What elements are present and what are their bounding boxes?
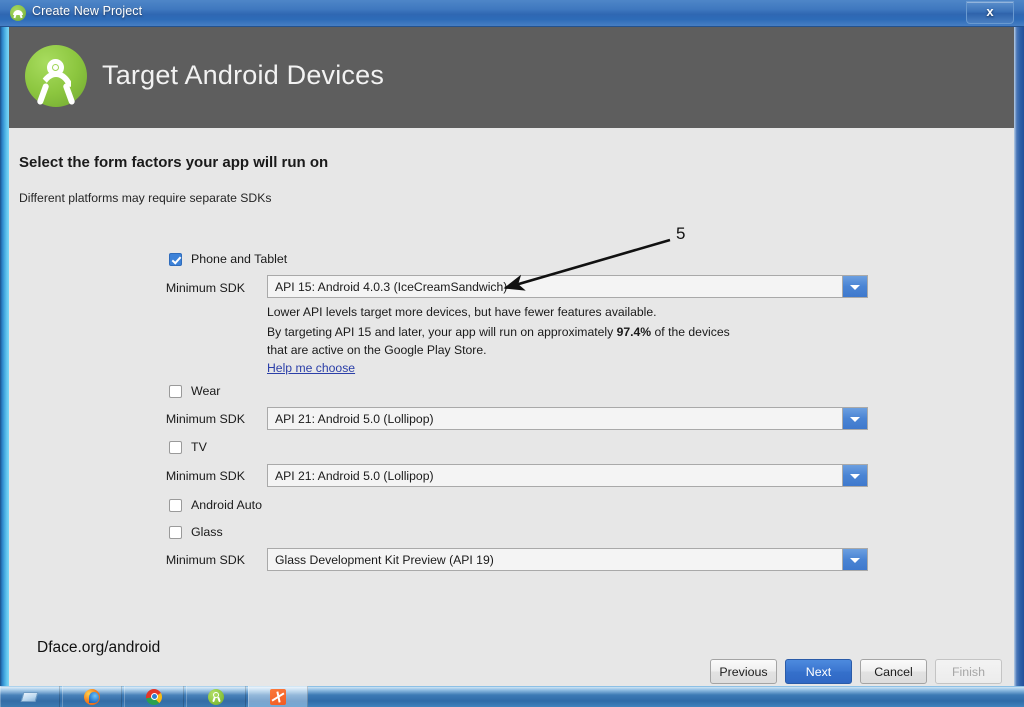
- checkbox-row-tv[interactable]: TV: [169, 440, 207, 454]
- sdk-combo-tv[interactable]: API 21: Android 5.0 (Lollipop): [267, 464, 868, 487]
- hint-percent: 97.4%: [616, 325, 652, 339]
- checkbox-row-android-auto[interactable]: Android Auto: [169, 498, 262, 512]
- watermark-text: Dface.org/android: [37, 639, 161, 656]
- finish-button: Finish: [935, 659, 1002, 684]
- android-studio-icon: [207, 688, 225, 706]
- checkbox-tv[interactable]: [169, 440, 182, 454]
- sdk-label-wear: Minimum SDK: [165, 412, 245, 426]
- checkbox-label-phone-tablet: Phone and Tablet: [191, 252, 288, 266]
- window-frame-left: [0, 0, 9, 686]
- annotation-number: 5: [676, 224, 686, 243]
- android-icon: [10, 5, 26, 21]
- taskbar-item-firefox[interactable]: [62, 686, 122, 707]
- hint-post: of the devices: [651, 325, 730, 339]
- chevron-down-icon[interactable]: [842, 465, 867, 486]
- close-icon: x: [986, 4, 994, 19]
- chevron-down-icon[interactable]: [842, 276, 867, 297]
- taskbar-item-windows-explorer[interactable]: [0, 686, 60, 707]
- form-factors-form: Phone and Tablet Minimum SDK API 15: And…: [9, 27, 1014, 686]
- annotation-arrow: [503, 238, 671, 291]
- checkbox-phone-tablet[interactable]: [169, 252, 182, 266]
- checkbox-row-wear[interactable]: Wear: [169, 384, 220, 398]
- sdk-combo-wear[interactable]: API 21: Android 5.0 (Lollipop): [267, 407, 868, 430]
- chrome-icon: [145, 688, 163, 706]
- checkbox-glass[interactable]: [169, 525, 182, 539]
- orange-tool-icon: [269, 688, 287, 706]
- title-bar: Create New Project x: [0, 0, 1024, 27]
- cancel-button[interactable]: Cancel: [860, 659, 927, 684]
- checkbox-label-android-auto: Android Auto: [191, 498, 262, 512]
- taskbar-item-orange-tool[interactable]: [248, 686, 308, 707]
- sdk-combo-value-glass: Glass Development Kit Preview (API 19): [275, 552, 494, 567]
- create-new-project-window: Create New Project x Target Android Devi…: [0, 0, 1024, 686]
- screen: Create New Project x Target Android Devi…: [0, 0, 1024, 707]
- checkbox-android-auto[interactable]: [169, 498, 182, 512]
- sdk-label-phone-tablet: Minimum SDK: [165, 281, 245, 295]
- hint-targeting-line2: that are active on the Google Play Store…: [267, 343, 487, 357]
- hint-targeting-line1: By targeting API 15 and later, your app …: [267, 325, 730, 339]
- checkbox-label-glass: Glass: [191, 525, 223, 539]
- checkbox-row-phone-tablet[interactable]: Phone and Tablet: [169, 252, 287, 266]
- checkbox-wear[interactable]: [169, 384, 182, 398]
- previous-button[interactable]: Previous: [710, 659, 777, 684]
- taskbar: [0, 686, 1024, 707]
- window-frame-right: [1014, 0, 1024, 686]
- sdk-label-tv: Minimum SDK: [165, 469, 245, 483]
- sdk-label-glass: Minimum SDK: [165, 553, 245, 567]
- dialog-client: Target Android Devices Select the form f…: [9, 27, 1014, 686]
- help-me-choose-link[interactable]: Help me choose: [267, 361, 355, 375]
- close-button[interactable]: x: [966, 1, 1014, 24]
- checkbox-row-glass[interactable]: Glass: [169, 525, 223, 539]
- taskbar-item-android-studio[interactable]: [186, 686, 246, 707]
- hint-pre: By targeting API 15 and later, your app …: [267, 325, 617, 339]
- taskbar-item-google-chrome[interactable]: [124, 686, 184, 707]
- sdk-combo-value-tv: API 21: Android 5.0 (Lollipop): [275, 468, 434, 483]
- sdk-combo-glass[interactable]: Glass Development Kit Preview (API 19): [267, 548, 868, 571]
- hint-lower-api: Lower API levels target more devices, bu…: [267, 305, 657, 319]
- sdk-combo-value-phone-tablet: API 15: Android 4.0.3 (IceCreamSandwich): [275, 279, 508, 294]
- chevron-down-icon[interactable]: [842, 549, 867, 570]
- checkbox-label-wear: Wear: [191, 384, 221, 398]
- sdk-combo-phone-tablet[interactable]: API 15: Android 4.0.3 (IceCreamSandwich): [267, 275, 868, 298]
- chevron-down-icon[interactable]: [842, 408, 867, 429]
- next-button[interactable]: Next: [785, 659, 852, 684]
- window-title: Create New Project: [32, 4, 143, 18]
- sdk-combo-value-wear: API 21: Android 5.0 (Lollipop): [275, 411, 434, 426]
- checkbox-label-tv: TV: [191, 440, 207, 454]
- explorer-icon: [20, 688, 39, 706]
- firefox-icon: [83, 688, 101, 706]
